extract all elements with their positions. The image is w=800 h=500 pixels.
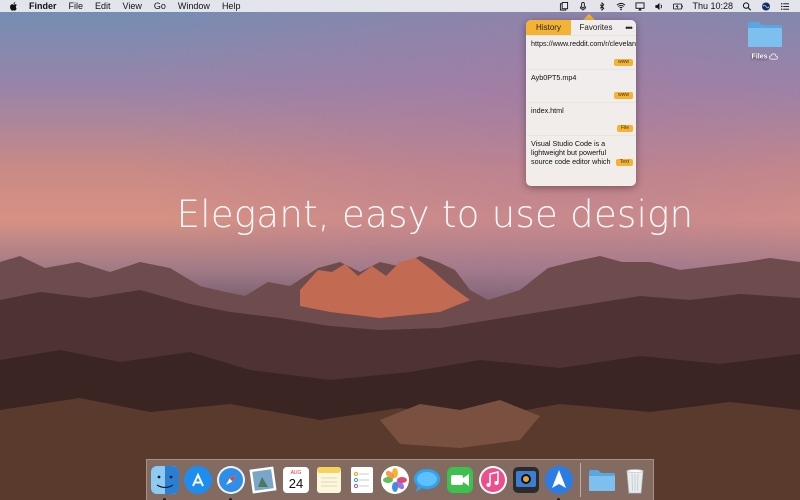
dock-calendar[interactable]: AUG 24 bbox=[281, 465, 311, 495]
dock-itunes[interactable] bbox=[478, 465, 508, 495]
menu-view[interactable]: View bbox=[123, 1, 142, 11]
wifi-icon[interactable] bbox=[616, 2, 626, 11]
menu-edit[interactable]: Edit bbox=[95, 1, 111, 11]
battery-icon[interactable] bbox=[673, 2, 684, 11]
microphone-icon[interactable] bbox=[578, 1, 588, 11]
messages-icon bbox=[414, 469, 441, 492]
reminders-icon bbox=[350, 467, 373, 493]
dock-messages[interactable] bbox=[412, 465, 442, 495]
desktop-files-folder[interactable]: Files bbox=[744, 20, 786, 60]
menu-status-area: Thu 10:28 bbox=[559, 0, 790, 12]
spotlight-search-icon[interactable] bbox=[742, 1, 752, 11]
headline-text: Elegant, easy to use design bbox=[176, 193, 694, 236]
calendar-day: 24 bbox=[289, 476, 303, 491]
history-item-text: Visual Studio Code is a lightweight but … bbox=[531, 139, 611, 166]
dock-finder[interactable] bbox=[150, 465, 180, 500]
airplay-icon[interactable] bbox=[635, 1, 645, 11]
tab-favorites[interactable]: Favorites bbox=[571, 20, 621, 35]
safari-icon bbox=[216, 466, 245, 494]
wallpaper-mountains bbox=[0, 256, 800, 500]
menu-clock[interactable]: Thu 10:28 bbox=[692, 1, 733, 11]
more-options-icon[interactable]: ••• bbox=[621, 20, 636, 35]
folder-icon bbox=[589, 470, 616, 491]
menu-app-name[interactable]: Finder bbox=[29, 1, 57, 11]
menu-window[interactable]: Window bbox=[178, 1, 210, 11]
dock-navigation-app[interactable] bbox=[544, 465, 574, 500]
app-store-icon bbox=[183, 466, 212, 494]
menu-go[interactable]: Go bbox=[154, 1, 166, 11]
trash-icon bbox=[626, 469, 644, 494]
dock-preview[interactable] bbox=[248, 465, 278, 495]
history-item-text-snippet[interactable]: Visual Studio Code is a lightweight but … bbox=[526, 136, 636, 185]
volume-icon[interactable] bbox=[654, 2, 664, 11]
dock-photo-booth[interactable] bbox=[511, 465, 541, 495]
dock-trash[interactable] bbox=[620, 465, 650, 495]
history-item-text: https://www.reddit.com/r/clevelandcavs/n… bbox=[531, 39, 636, 48]
menu-file[interactable]: File bbox=[69, 1, 84, 11]
photo-booth-icon bbox=[512, 467, 539, 493]
history-item-badge: Text bbox=[615, 159, 633, 166]
finder-icon bbox=[151, 466, 179, 494]
dock-separator bbox=[580, 463, 582, 497]
clipboard-app-icon[interactable] bbox=[559, 1, 569, 11]
menu-bar: Finder File Edit View Go Window Help Thu… bbox=[0, 0, 800, 12]
dock-notes[interactable] bbox=[314, 465, 344, 495]
calendar-icon: AUG24 bbox=[283, 467, 310, 493]
popover-tabs: History Favorites ••• bbox=[526, 20, 636, 36]
notes-icon bbox=[316, 467, 341, 493]
desktop-files-label: Files bbox=[744, 53, 786, 60]
folder-icon bbox=[747, 20, 783, 48]
menu-help[interactable]: Help bbox=[222, 1, 241, 11]
dock-downloads-folder[interactable] bbox=[587, 465, 617, 495]
icloud-icon bbox=[769, 53, 779, 60]
notification-center-icon[interactable] bbox=[780, 2, 790, 11]
tab-history[interactable]: History bbox=[526, 20, 571, 35]
files-label-text: Files bbox=[751, 53, 768, 61]
siri-icon[interactable] bbox=[761, 1, 771, 11]
history-item-video[interactable]: Ayb0PT5.mp4 www bbox=[526, 70, 636, 103]
history-item-file[interactable]: index.html File bbox=[526, 103, 636, 136]
bluetooth-icon[interactable] bbox=[597, 1, 607, 11]
dock-app-store[interactable] bbox=[183, 465, 213, 495]
history-item-text: Ayb0PT5.mp4 bbox=[531, 73, 577, 82]
history-item-badge: File bbox=[616, 125, 633, 132]
history-item-badge: www bbox=[614, 92, 633, 99]
history-item-text: index.html bbox=[531, 106, 564, 115]
photos-icon bbox=[380, 466, 409, 494]
apple-menu-icon[interactable] bbox=[10, 1, 18, 11]
navigation-arrow-icon bbox=[544, 466, 573, 494]
dock-facetime[interactable] bbox=[445, 465, 475, 495]
clipboard-popover: History Favorites ••• https://www.reddit… bbox=[526, 20, 636, 186]
facetime-icon bbox=[447, 467, 474, 493]
history-item-url[interactable]: https://www.reddit.com/r/clevelandcavs/n… bbox=[526, 36, 636, 70]
history-item-badge: www bbox=[614, 59, 633, 66]
dock: AUG 24 bbox=[146, 459, 654, 500]
dock-photos[interactable] bbox=[380, 465, 410, 495]
dock-reminders[interactable] bbox=[347, 465, 377, 495]
itunes-icon bbox=[478, 466, 507, 494]
dock-safari[interactable] bbox=[216, 465, 246, 500]
preview-icon bbox=[249, 466, 277, 494]
